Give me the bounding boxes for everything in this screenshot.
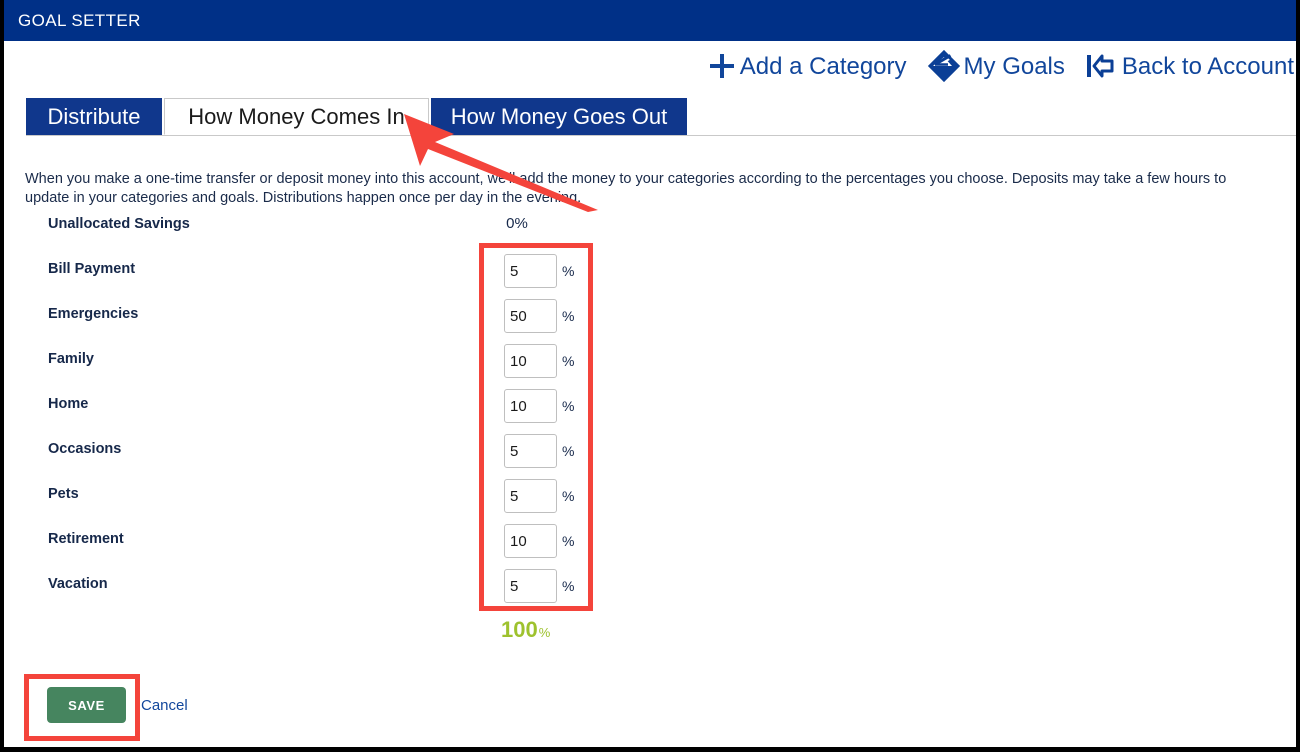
readonly-percent-value: 0% [474,215,560,232]
percent-cell: % [504,344,574,378]
percent-cell: % [504,299,574,333]
percent-input[interactable] [504,344,557,378]
percent-sign: % [562,533,574,549]
percent-input[interactable] [504,389,557,423]
percent-sign: % [562,488,574,504]
category-label: Emergencies [48,306,138,322]
app-title-bar: GOAL SETTER [4,0,1296,41]
total-percentage-value: 100 [501,617,538,643]
category-row: Pets% [4,482,1296,527]
percent-cell: % [504,434,574,468]
total-percentage-symbol: % [539,625,551,640]
percent-cell: % [504,254,574,288]
percent-sign: % [562,443,574,459]
my-goals-label: My Goals [964,55,1065,79]
add-a-category-label: Add a Category [740,55,907,79]
top-navigation: Add a Category My Goals [707,46,1294,86]
percent-input[interactable] [504,569,557,603]
percent-input[interactable] [504,524,557,558]
percent-sign: % [562,263,574,279]
cancel-button[interactable]: Cancel [141,697,188,714]
tab-how-money-comes-in[interactable]: How Money Comes In [164,98,429,135]
page-title: GOAL SETTER [18,11,141,31]
category-row: Unallocated Savings 0% [4,212,1296,257]
category-row: Vacation% [4,572,1296,617]
back-arrow-icon [1085,51,1119,81]
percent-cell: % [504,389,574,423]
category-row: Occasions% [4,437,1296,482]
category-row: Family% [4,347,1296,392]
back-to-account-link[interactable]: Back to Account [1085,51,1294,81]
category-label: Unallocated Savings [48,216,190,232]
plus-icon [707,51,737,81]
category-label: Pets [48,486,79,502]
percent-sign: % [562,578,574,594]
save-button[interactable]: SAVE [47,687,126,723]
add-a-category-link[interactable]: Add a Category [707,51,907,81]
total-percentage: 100 % [501,617,550,643]
percent-cell: % [504,479,574,513]
percent-input[interactable] [504,479,557,513]
category-label: Bill Payment [48,261,135,277]
percent-sign: % [562,353,574,369]
tab-how-money-goes-out[interactable]: How Money Goes Out [431,98,687,135]
category-label: Vacation [48,576,108,592]
percent-sign: % [562,308,574,324]
percent-cell: % [504,524,574,558]
tab-bar: Distribute How Money Comes In How Money … [4,98,1296,136]
my-goals-link[interactable]: My Goals [927,50,1065,82]
intro-text: When you make a one-time transfer or dep… [25,170,1239,208]
category-label: Retirement [48,531,124,547]
tab-underline [26,135,1296,136]
category-label: Occasions [48,441,121,457]
percent-input[interactable] [504,254,557,288]
percent-sign: % [562,398,574,414]
category-row: Retirement% [4,527,1296,572]
back-to-account-label: Back to Account [1122,55,1294,79]
goal-setter-page: GOAL SETTER Add a Category [0,0,1300,752]
category-label: Home [48,396,88,412]
category-row: Bill Payment% [4,257,1296,302]
percent-input[interactable] [504,434,557,468]
tab-distribute[interactable]: Distribute [26,98,162,135]
category-label: Family [48,351,94,367]
percent-input[interactable] [504,299,557,333]
gem-icon [927,50,961,82]
category-row: Home% [4,392,1296,437]
category-row: Emergencies% [4,302,1296,347]
percent-cell: % [504,569,574,603]
category-allocation-list: Unallocated Savings0%Bill Payment%Emerge… [4,212,1296,617]
